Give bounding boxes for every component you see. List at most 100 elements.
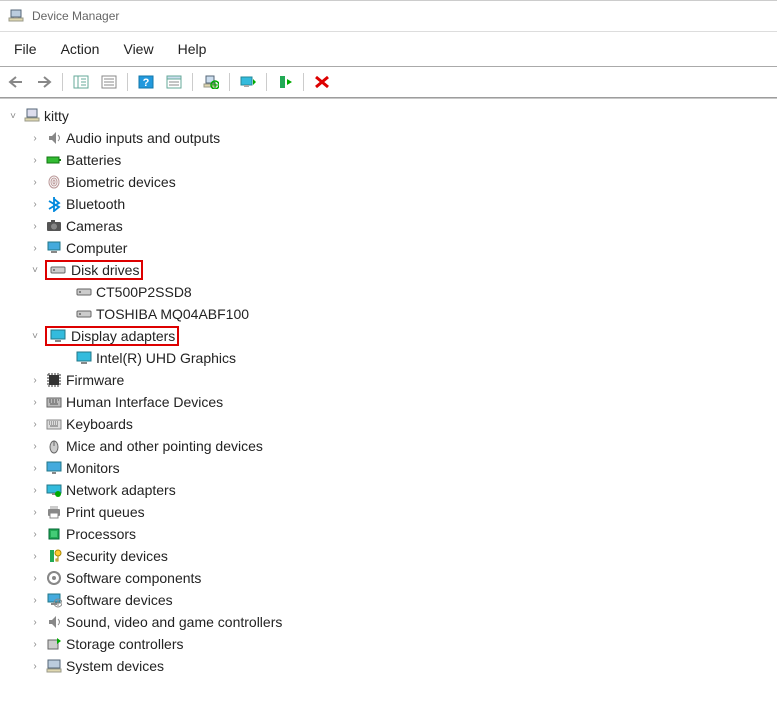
chevron-right-icon[interactable]: ›	[28, 461, 42, 475]
tree-node-label: Display adapters	[71, 328, 175, 344]
tree-node-mice[interactable]: › Mice and other pointing devices	[6, 435, 777, 457]
toolbar-back-button[interactable]	[4, 71, 28, 93]
tree-node-monitors[interactable]: › Monitors	[6, 457, 777, 479]
tree-node-bluetooth[interactable]: › Bluetooth	[6, 193, 777, 215]
security-icon	[45, 548, 63, 564]
disk-icon	[75, 306, 93, 322]
tree-node-print[interactable]: ›Print queues	[6, 501, 777, 523]
tree-node-swcomp[interactable]: › Software components	[6, 567, 777, 589]
chevron-right-icon[interactable]: ›	[28, 483, 42, 497]
chevron-right-icon[interactable]: ›	[28, 439, 42, 453]
chevron-right-icon[interactable]: ›	[28, 241, 42, 255]
chevron-right-icon[interactable]: ›	[28, 571, 42, 585]
toolbar-enable-button[interactable]	[273, 71, 297, 93]
chevron-right-icon[interactable]: ›	[28, 373, 42, 387]
firmware-icon	[45, 372, 63, 388]
chevron-down-icon[interactable]: ˅	[28, 329, 42, 343]
chevron-right-icon[interactable]: ›	[28, 549, 42, 563]
tree-node-label: Bluetooth	[66, 196, 125, 212]
forward-arrow-icon	[36, 75, 52, 89]
chevron-right-icon[interactable]: ›	[28, 395, 42, 409]
chevron-right-icon[interactable]: ›	[28, 219, 42, 233]
properties-icon	[101, 75, 117, 89]
tree-root[interactable]: ˅ kitty	[6, 105, 777, 127]
tree-node-display[interactable]: ˅ Display adapters	[6, 325, 777, 347]
tree-node-computer[interactable]: ›Computer	[6, 237, 777, 259]
chevron-right-icon[interactable]: ›	[28, 593, 42, 607]
toolbar-scan-button[interactable]	[199, 71, 223, 93]
tree-node-sound[interactable]: ›Sound, video and game controllers	[6, 611, 777, 633]
display-icon	[75, 350, 93, 366]
tree-node-keyboards[interactable]: › Keyboards	[6, 413, 777, 435]
tree-node-network[interactable]: ›Network adapters	[6, 479, 777, 501]
tree-leaf-label: TOSHIBA MQ04ABF100	[96, 306, 249, 322]
chevron-right-icon[interactable]: ›	[28, 197, 42, 211]
update-driver-icon	[239, 75, 257, 89]
sw-component-icon	[45, 570, 63, 586]
chevron-right-icon[interactable]: ›	[28, 153, 42, 167]
tree-node-storage[interactable]: ›Storage controllers	[6, 633, 777, 655]
chevron-right-icon[interactable]: ›	[28, 659, 42, 673]
cpu-icon	[45, 526, 63, 542]
uninstall-icon	[314, 75, 330, 89]
menubar: File Action View Help	[0, 32, 777, 66]
tree-leaf-label: CT500P2SSD8	[96, 284, 192, 300]
tree-node-cameras[interactable]: › Cameras	[6, 215, 777, 237]
tree-node-audio[interactable]: ›Audio inputs and outputs	[6, 127, 777, 149]
computer-root-icon	[23, 108, 41, 124]
help-icon: ?	[138, 75, 154, 89]
toolbar-details-button[interactable]	[162, 71, 186, 93]
toolbar-help-button[interactable]: ?	[134, 71, 158, 93]
toolbar-properties-button[interactable]	[97, 71, 121, 93]
tree-node-label: Mice and other pointing devices	[66, 438, 263, 454]
system-icon	[45, 658, 63, 674]
menu-help[interactable]: Help	[168, 38, 217, 60]
enable-device-icon	[277, 75, 293, 89]
tree-node-label: Keyboards	[66, 416, 133, 432]
toolbar-separator	[62, 73, 63, 91]
toolbar-forward-button[interactable]	[32, 71, 56, 93]
fingerprint-icon	[45, 174, 63, 190]
tree-node-hid[interactable]: ›Human Interface Devices	[6, 391, 777, 413]
tree-node-label: Software components	[66, 570, 201, 586]
toolbar-update-driver-button[interactable]	[236, 71, 260, 93]
toolbar-show-hide-button[interactable]	[69, 71, 93, 93]
toolbar-separator	[192, 73, 193, 91]
tree-node-label: Disk drives	[71, 262, 139, 278]
back-arrow-icon	[8, 75, 24, 89]
chevron-spacer	[58, 285, 72, 299]
chevron-down-icon[interactable]: ˅	[6, 109, 20, 123]
chevron-right-icon[interactable]: ›	[28, 505, 42, 519]
chevron-spacer	[58, 307, 72, 321]
device-tree[interactable]: ˅ kitty ›Audio inputs and outputs›Batter…	[0, 99, 777, 701]
toolbar-uninstall-button[interactable]	[310, 71, 334, 93]
tree-node-processors[interactable]: ›Processors	[6, 523, 777, 545]
computer-icon	[45, 240, 63, 256]
window-title: Device Manager	[32, 9, 119, 23]
chevron-spacer	[58, 351, 72, 365]
tree-leaf-disk-1[interactable]: TOSHIBA MQ04ABF100	[6, 303, 777, 325]
tree-node-disk[interactable]: ˅ Disk drives	[6, 259, 777, 281]
tree-leaf-disk-0[interactable]: CT500P2SSD8	[6, 281, 777, 303]
tree-leaf-display-0[interactable]: Intel(R) UHD Graphics	[6, 347, 777, 369]
chevron-right-icon[interactable]: ›	[28, 175, 42, 189]
tree-node-security[interactable]: ›Security devices	[6, 545, 777, 567]
chevron-right-icon[interactable]: ›	[28, 615, 42, 629]
tree-node-biometric[interactable]: ›Biometric devices	[6, 171, 777, 193]
tree-node-firmware[interactable]: ›Firmware	[6, 369, 777, 391]
menu-action[interactable]: Action	[51, 38, 110, 60]
chevron-right-icon[interactable]: ›	[28, 527, 42, 541]
chevron-right-icon[interactable]: ›	[28, 131, 42, 145]
chevron-right-icon[interactable]: ›	[28, 637, 42, 651]
monitor-icon	[45, 460, 63, 476]
tree-node-system[interactable]: ›System devices	[6, 655, 777, 677]
menu-file[interactable]: File	[4, 38, 47, 60]
display-icon	[49, 328, 67, 344]
chevron-right-icon[interactable]: ›	[28, 417, 42, 431]
chevron-down-icon[interactable]: ˅	[28, 263, 42, 277]
menu-view[interactable]: View	[113, 38, 163, 60]
tree-node-batteries[interactable]: ›Batteries	[6, 149, 777, 171]
tree-node-label: Cameras	[66, 218, 123, 234]
tree-node-label: Monitors	[66, 460, 120, 476]
tree-node-swdev[interactable]: ›Software devices	[6, 589, 777, 611]
